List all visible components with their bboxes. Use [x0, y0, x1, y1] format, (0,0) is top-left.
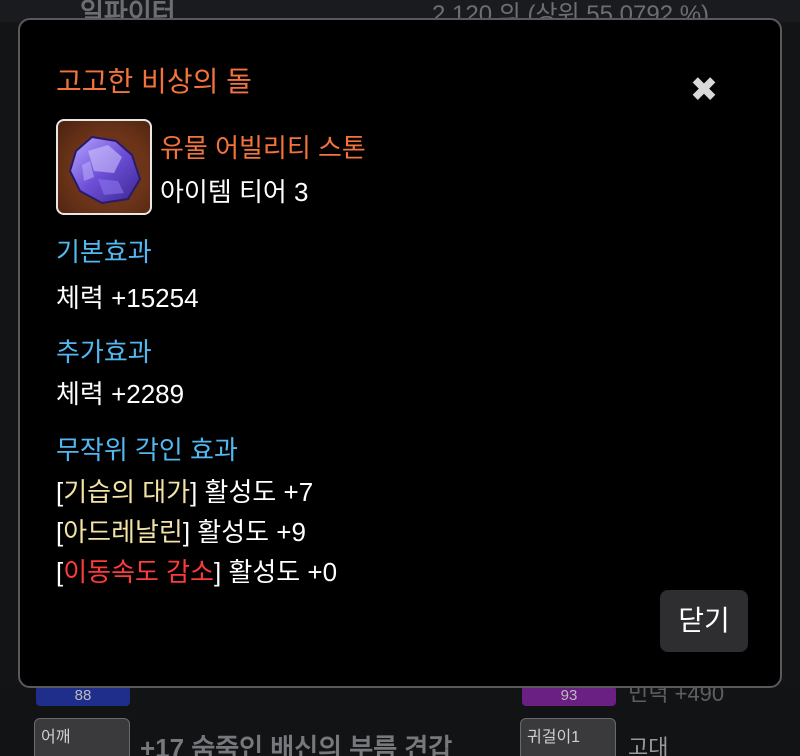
- equipment-item-name: +17 숨죽인 배신의 부름 견갑: [140, 733, 453, 756]
- item-tooltip-dialog: 고고한 비상의 돌 ✖ 유물 어빌리티 스톤 아이템 티어 3 기본효과 체력 …: [18, 18, 782, 688]
- basic-effect-value: 체력 +15254: [56, 283, 199, 313]
- engraving-name: 아드레날린: [63, 517, 183, 547]
- dialog-title: 고고한 비상의 돌: [56, 66, 252, 97]
- quality-bar-right: 93: [522, 686, 616, 706]
- basic-effect-heading: 기본효과: [56, 237, 152, 267]
- engraving-line: [기습의 대가] 활성도 +7: [56, 472, 313, 509]
- item-grade-name: 유물 어빌리티 스톤: [160, 133, 366, 163]
- quality-bar-left: 88: [36, 686, 130, 706]
- extra-effect-heading: 추가효과: [56, 337, 152, 367]
- engraving-line: [아드레날린] 활성도 +9: [56, 512, 306, 549]
- engraving-name: 기습의 대가: [63, 477, 191, 507]
- engraving-activation: 활성도 +9: [190, 517, 306, 547]
- ability-stone-icon: [56, 119, 152, 215]
- slot-label: 어깨: [41, 729, 71, 746]
- extra-effect-value: 체력 +2289: [56, 379, 185, 409]
- equipment-slot-shoulder[interactable]: 어깨: [34, 718, 130, 756]
- equipment-grade: 고대: [628, 735, 669, 756]
- slot-label: 귀걸이1: [527, 729, 581, 746]
- equipment-slot-earring[interactable]: 귀걸이1: [520, 718, 616, 756]
- item-tier: 아이템 티어 3: [160, 177, 309, 207]
- random-engraving-heading: 무작위 각인 효과: [56, 435, 238, 465]
- engraving-name-negative: 이동속도 감소: [63, 557, 214, 587]
- engraving-activation: 활성도 +0: [221, 557, 338, 587]
- close-icon[interactable]: ✖: [686, 72, 722, 108]
- close-button[interactable]: 닫기: [660, 590, 748, 652]
- bracket-close: ]: [182, 517, 191, 547]
- engraving-line: [이동속도 감소] 활성도 +0: [56, 552, 337, 589]
- engraving-activation: 활성도 +7: [197, 477, 314, 507]
